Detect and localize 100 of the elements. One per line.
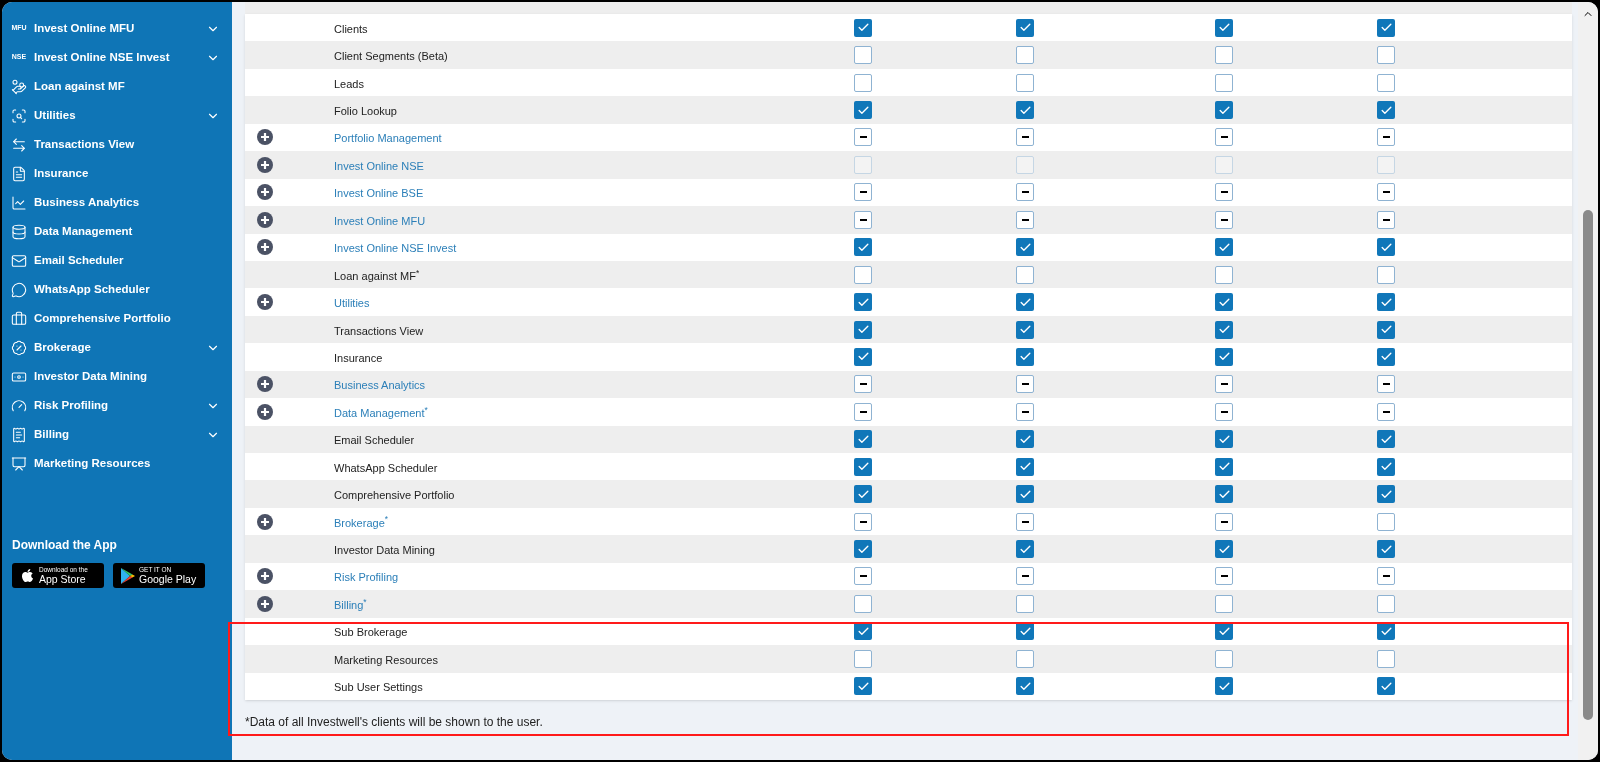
checkbox[interactable] [854, 46, 872, 65]
sidebar-item[interactable]: Insurance [2, 159, 232, 188]
checkbox[interactable] [854, 485, 872, 504]
checkbox[interactable] [1215, 18, 1233, 37]
checkbox[interactable] [1377, 46, 1395, 65]
checkbox[interactable] [1377, 210, 1395, 229]
sidebar-item[interactable]: Email Scheduler [2, 246, 232, 275]
expand-plus-icon[interactable] [257, 294, 273, 311]
checkbox[interactable] [854, 18, 872, 37]
expand-plus-icon[interactable] [257, 376, 273, 393]
sidebar-item[interactable]: WhatsApp Scheduler [2, 275, 232, 304]
checkbox[interactable] [1215, 183, 1233, 202]
checkbox[interactable] [1377, 649, 1395, 668]
checkbox[interactable] [1377, 594, 1395, 613]
expand-plus-icon[interactable] [257, 211, 273, 228]
expand-plus-icon[interactable] [257, 129, 273, 146]
checkbox[interactable] [854, 402, 872, 421]
module-link[interactable]: Business Analytics [334, 379, 426, 392]
checkbox[interactable] [1377, 18, 1395, 37]
checkbox[interactable] [854, 128, 872, 147]
checkbox[interactable] [1377, 73, 1395, 92]
checkbox[interactable] [1215, 402, 1233, 421]
checkbox[interactable] [1215, 128, 1233, 147]
module-link[interactable]: Invest Online NSE Invest [334, 242, 457, 255]
checkbox[interactable] [1016, 73, 1034, 92]
checkbox[interactable] [1016, 512, 1034, 531]
checkbox[interactable] [1215, 485, 1233, 504]
scrollbar[interactable] [1578, 2, 1598, 760]
checkbox[interactable] [1016, 540, 1034, 559]
checkbox[interactable] [854, 649, 872, 668]
checkbox[interactable] [1215, 210, 1233, 229]
checkbox[interactable] [854, 540, 872, 559]
checkbox[interactable] [1016, 375, 1034, 394]
sidebar-item[interactable]: Comprehensive Portfolio [2, 304, 232, 333]
checkbox[interactable] [1377, 101, 1395, 120]
checkbox[interactable] [1215, 46, 1233, 65]
checkbox[interactable] [1377, 265, 1395, 284]
checkbox[interactable] [854, 375, 872, 394]
checkbox[interactable] [1016, 347, 1034, 366]
checkbox[interactable] [854, 265, 872, 284]
checkbox[interactable] [1016, 594, 1034, 613]
module-link[interactable]: Brokerage$^{*}$ [334, 516, 388, 529]
checkbox[interactable] [1377, 375, 1395, 394]
expand-plus-icon[interactable] [257, 568, 273, 585]
checkbox[interactable] [1215, 677, 1233, 696]
checkbox[interactable] [1215, 540, 1233, 559]
checkbox[interactable] [1016, 128, 1034, 147]
sidebar-item[interactable]: Risk Profiling [2, 391, 232, 420]
checkbox[interactable] [854, 293, 872, 312]
checkbox[interactable] [1016, 649, 1034, 668]
checkbox[interactable] [1377, 320, 1395, 339]
checkbox[interactable] [1215, 293, 1233, 312]
checkbox[interactable] [1215, 567, 1233, 586]
checkbox[interactable] [1016, 101, 1034, 120]
checkbox[interactable] [1377, 238, 1395, 257]
checkbox[interactable] [1016, 265, 1034, 284]
checkbox[interactable] [854, 567, 872, 586]
sidebar-item[interactable]: Loan against MF [2, 72, 232, 101]
expand-plus-icon[interactable] [257, 184, 273, 201]
module-link[interactable]: Invest Online MFU [334, 214, 426, 227]
checkbox[interactable] [1215, 512, 1233, 531]
checkbox[interactable] [854, 73, 872, 92]
module-link[interactable]: Portfolio Management [334, 132, 442, 145]
expand-plus-icon[interactable] [257, 156, 273, 173]
checkbox[interactable] [1215, 457, 1233, 476]
expand-plus-icon[interactable] [257, 403, 273, 420]
checkbox[interactable] [1016, 238, 1034, 257]
checkbox[interactable] [1215, 375, 1233, 394]
checkbox[interactable] [854, 238, 872, 257]
checkbox[interactable] [1016, 46, 1034, 65]
checkbox[interactable] [1377, 128, 1395, 147]
checkbox[interactable] [1016, 567, 1034, 586]
module-link[interactable]: Billing$^{*}$ [334, 598, 367, 611]
checkbox[interactable] [1377, 347, 1395, 366]
sidebar-item[interactable]: Business Analytics [2, 188, 232, 217]
checkbox[interactable] [854, 210, 872, 229]
expand-plus-icon[interactable] [257, 513, 273, 530]
expand-plus-icon[interactable] [257, 595, 273, 612]
checkbox[interactable] [1215, 320, 1233, 339]
checkbox[interactable] [1016, 18, 1034, 37]
checkbox[interactable] [1215, 347, 1233, 366]
checkbox[interactable] [1377, 293, 1395, 312]
checkbox[interactable] [854, 183, 872, 202]
checkbox[interactable] [1377, 512, 1395, 531]
module-link[interactable]: Risk Profiling [334, 571, 399, 584]
checkbox[interactable] [1377, 402, 1395, 421]
checkbox[interactable] [1016, 677, 1034, 696]
checkbox[interactable] [1377, 183, 1395, 202]
checkbox[interactable] [854, 320, 872, 339]
checkbox[interactable] [854, 512, 872, 531]
checkbox[interactable] [1215, 101, 1233, 120]
checkbox[interactable] [1377, 677, 1395, 696]
sidebar-item[interactable]: Brokerage [2, 333, 232, 362]
checkbox[interactable] [1215, 649, 1233, 668]
checkbox[interactable] [1016, 183, 1034, 202]
expand-plus-icon[interactable] [257, 239, 273, 256]
checkbox[interactable] [1016, 457, 1034, 476]
module-link[interactable]: Invest Online NSE [334, 159, 424, 172]
sidebar-item[interactable]: Data Management [2, 217, 232, 246]
module-link[interactable]: Invest Online BSE [334, 187, 424, 200]
